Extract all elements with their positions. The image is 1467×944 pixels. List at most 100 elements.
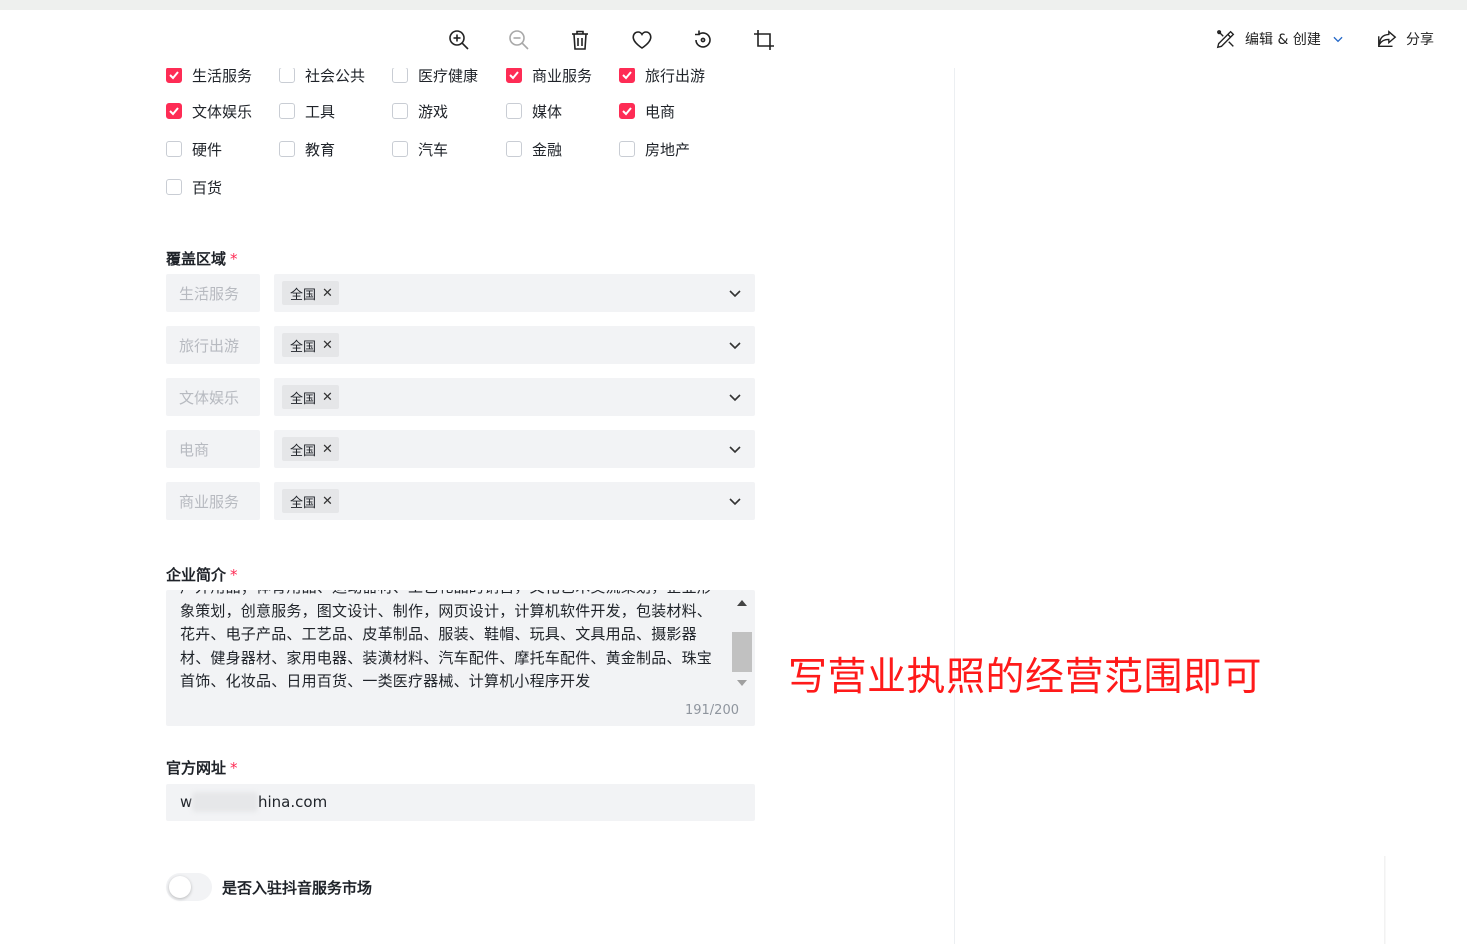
rotate-icon[interactable] bbox=[689, 26, 717, 54]
share-icon bbox=[1378, 30, 1397, 48]
coverage-industry-label: 商业服务 bbox=[166, 482, 260, 520]
industry-checkbox[interactable]: 硬件 bbox=[166, 138, 222, 160]
scroll-up-arrow-icon[interactable] bbox=[736, 598, 748, 608]
textarea-scrollbar-thumb[interactable] bbox=[732, 632, 752, 672]
tag-remove-icon[interactable]: ✕ bbox=[322, 494, 333, 509]
market-toggle-switch[interactable] bbox=[166, 873, 212, 901]
window-top-strip bbox=[0, 0, 1467, 10]
checkbox-label: 社会公共 bbox=[305, 68, 366, 84]
checkbox-label: 旅行出游 bbox=[645, 68, 706, 84]
checkbox-checked[interactable] bbox=[166, 68, 182, 83]
industry-checkbox[interactable]: 房地产 bbox=[619, 138, 690, 160]
region-tag-label: 全国 bbox=[290, 287, 317, 303]
industry-checkbox[interactable]: 游戏 bbox=[392, 100, 448, 122]
coverage-region-select[interactable]: 全国 ✕ bbox=[274, 482, 755, 520]
coverage-region-select[interactable]: 全国 ✕ bbox=[274, 430, 755, 468]
checkbox[interactable] bbox=[279, 103, 295, 119]
tag-remove-icon[interactable]: ✕ bbox=[322, 286, 333, 301]
checkbox[interactable] bbox=[506, 103, 522, 119]
checkbox-label: 百货 bbox=[192, 178, 223, 197]
chevron-down-icon bbox=[729, 498, 741, 506]
checkbox[interactable] bbox=[392, 68, 408, 83]
checkbox-label: 房地产 bbox=[645, 140, 691, 159]
chevron-down-icon bbox=[729, 290, 741, 298]
industry-checkbox[interactable]: 商业服务 bbox=[506, 68, 592, 84]
coverage-region-select[interactable]: 全国 ✕ bbox=[274, 274, 755, 312]
crop-icon[interactable] bbox=[750, 26, 778, 54]
share-label: 分享 bbox=[1406, 32, 1434, 48]
coverage-industry-label: 旅行出游 bbox=[166, 326, 260, 364]
checkbox-label: 电商 bbox=[645, 102, 676, 121]
industry-checkbox[interactable]: 医疗健康 bbox=[392, 68, 478, 84]
toggle-knob bbox=[169, 876, 191, 898]
checkbox[interactable] bbox=[619, 141, 635, 157]
heart-icon[interactable] bbox=[628, 26, 656, 54]
region-tag-label: 全国 bbox=[290, 443, 317, 459]
checkbox-checked[interactable] bbox=[166, 103, 182, 119]
industry-checkbox[interactable]: 教育 bbox=[279, 138, 335, 160]
region-tag: 全国 ✕ bbox=[282, 385, 339, 409]
edit-create-icon bbox=[1216, 30, 1235, 49]
tag-remove-icon[interactable]: ✕ bbox=[322, 338, 333, 353]
chevron-down-icon bbox=[729, 394, 741, 402]
scroll-down-arrow-icon[interactable] bbox=[736, 678, 748, 688]
checkbox[interactable] bbox=[392, 141, 408, 157]
industry-checkbox[interactable]: 电商 bbox=[619, 100, 675, 122]
checkbox[interactable] bbox=[166, 179, 182, 195]
checkbox[interactable] bbox=[506, 141, 522, 157]
tag-remove-icon[interactable]: ✕ bbox=[322, 390, 333, 405]
region-tag-label: 全国 bbox=[290, 495, 317, 511]
checkbox-label: 媒体 bbox=[532, 102, 563, 121]
market-toggle-label: 是否入驻抖音服务市场 bbox=[222, 879, 373, 897]
required-mark: * bbox=[230, 250, 238, 268]
industry-checkbox[interactable]: 媒体 bbox=[506, 100, 562, 122]
website-label-text: 官方网址 bbox=[166, 759, 227, 777]
region-tag: 全国 ✕ bbox=[282, 437, 339, 461]
checkbox-checked[interactable] bbox=[619, 103, 635, 119]
chevron-down-icon bbox=[729, 342, 741, 350]
checkbox-label: 文体娱乐 bbox=[192, 102, 253, 121]
coverage-region-select[interactable]: 全国 ✕ bbox=[274, 326, 755, 364]
required-mark: * bbox=[230, 759, 238, 777]
industry-checkbox[interactable]: 工具 bbox=[279, 100, 335, 122]
coverage-label-text: 覆盖区域 bbox=[166, 250, 227, 268]
industry-checkbox[interactable]: 文体娱乐 bbox=[166, 100, 252, 122]
checkbox[interactable] bbox=[166, 141, 182, 157]
checkbox[interactable] bbox=[279, 141, 295, 157]
company-intro-textarea[interactable]: 户外用品；体育用品、运动器材、工艺礼品的销售，文化艺术交流策划，企业形象策划，创… bbox=[166, 590, 755, 726]
tag-remove-icon[interactable]: ✕ bbox=[322, 442, 333, 457]
checkbox-label: 硬件 bbox=[192, 140, 223, 159]
industry-checkbox[interactable]: 社会公共 bbox=[279, 68, 365, 84]
intro-section-label: 企业简介 * bbox=[166, 564, 238, 585]
checkbox-label: 教育 bbox=[305, 140, 336, 159]
checkbox-label: 游戏 bbox=[418, 102, 449, 121]
edit-create-menu[interactable]: 编辑 & 创建 bbox=[1215, 28, 1353, 50]
industry-checkbox[interactable]: 旅行出游 bbox=[619, 68, 705, 84]
industry-checkbox[interactable]: 百货 bbox=[166, 176, 222, 198]
industry-checkbox[interactable]: 生活服务 bbox=[166, 68, 252, 84]
website-section-label: 官方网址 * bbox=[166, 757, 238, 778]
required-mark: * bbox=[230, 566, 238, 584]
industry-checkbox[interactable]: 汽车 bbox=[392, 138, 448, 160]
website-input[interactable]: w hina.com bbox=[166, 784, 755, 821]
region-tag-label: 全国 bbox=[290, 339, 317, 355]
industry-checkbox[interactable]: 金融 bbox=[506, 138, 562, 160]
checkbox-label: 生活服务 bbox=[192, 68, 253, 84]
coverage-section-label: 覆盖区域 * bbox=[166, 248, 238, 269]
chevron-down-icon bbox=[729, 446, 741, 454]
coverage-industry-label: 文体娱乐 bbox=[166, 378, 260, 416]
zoom-out-icon[interactable] bbox=[505, 26, 533, 54]
checkbox[interactable] bbox=[279, 68, 295, 83]
share-button[interactable]: 分享 bbox=[1376, 28, 1434, 50]
checkbox-checked[interactable] bbox=[619, 68, 635, 83]
checkbox-label: 金融 bbox=[532, 140, 563, 159]
checkbox-checked[interactable] bbox=[506, 68, 522, 83]
checkbox-label: 工具 bbox=[305, 102, 336, 121]
coverage-region-select[interactable]: 全国 ✕ bbox=[274, 378, 755, 416]
zoom-in-icon[interactable] bbox=[445, 26, 473, 54]
photo-viewer-toolbar: 编辑 & 创建 分享 bbox=[0, 10, 1467, 68]
intro-label-text: 企业简介 bbox=[166, 566, 227, 584]
panel-edge bbox=[1384, 856, 1386, 944]
checkbox[interactable] bbox=[392, 103, 408, 119]
trash-icon[interactable] bbox=[566, 26, 594, 54]
